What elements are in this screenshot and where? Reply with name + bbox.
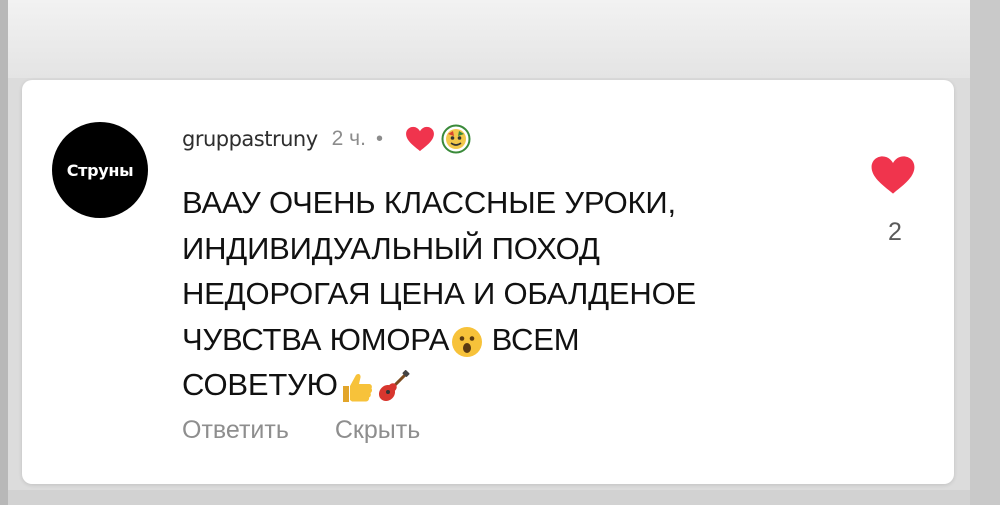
comment-actions: Ответить Скрыть [182,416,420,445]
like-count: 2 [888,218,902,246]
comment-line: СОВЕТУЮ [182,362,822,408]
comment-meta: gruppastruny 2 ч. • [182,124,471,154]
like-heart-icon[interactable] [870,155,916,195]
next-item-edge [8,490,970,505]
comment-line-text: СОВЕТУЮ [182,367,338,403]
comment-line: ВААУ ОЧЕНЬ КЛАССНЫЕ УРОКИ, [182,185,676,220]
surprised-face-icon [452,326,483,357]
comment-line: ИНДИВИДУАЛЬНЫЙ ПОХОД [182,230,600,266]
author-reaction-face-icon [441,124,471,154]
avatar-label: Струны [66,160,134,180]
previous-item-edge [8,0,970,78]
avatar[interactable]: Струны [52,122,148,218]
hide-button[interactable]: Скрыть [335,416,420,445]
comment-line: ЧУВСТВА ЮМОРА ВСЕМ [182,317,822,363]
comment-line-text: ЧУВСТВА ЮМОРА [182,321,450,357]
author-liked-heart-icon [406,126,434,152]
reply-button[interactable]: Ответить [182,416,289,445]
comment-card: Струны gruppastruny 2 ч. • ВААУ ОЧЕНЬ КЛ… [22,80,954,484]
comment-text: ВААУ ОЧЕНЬ КЛАССНЫЕ УРОКИ, ИНДИВИДУАЛЬНЫ… [182,180,822,408]
screen-edge-left [0,0,8,505]
username-link[interactable]: gruppastruny [182,127,318,151]
comment-line-text: ВСЕМ [491,321,580,357]
thumbs-up-icon [342,374,372,403]
screen-edge-right [970,0,1000,505]
comment-time: 2 ч. [331,127,366,150]
meta-separator: • [375,127,383,150]
comment-line: НЕДОРОГАЯ ЦЕНА И ОБАЛДЕНОЕ [182,276,696,312]
guitar-icon [378,370,410,402]
